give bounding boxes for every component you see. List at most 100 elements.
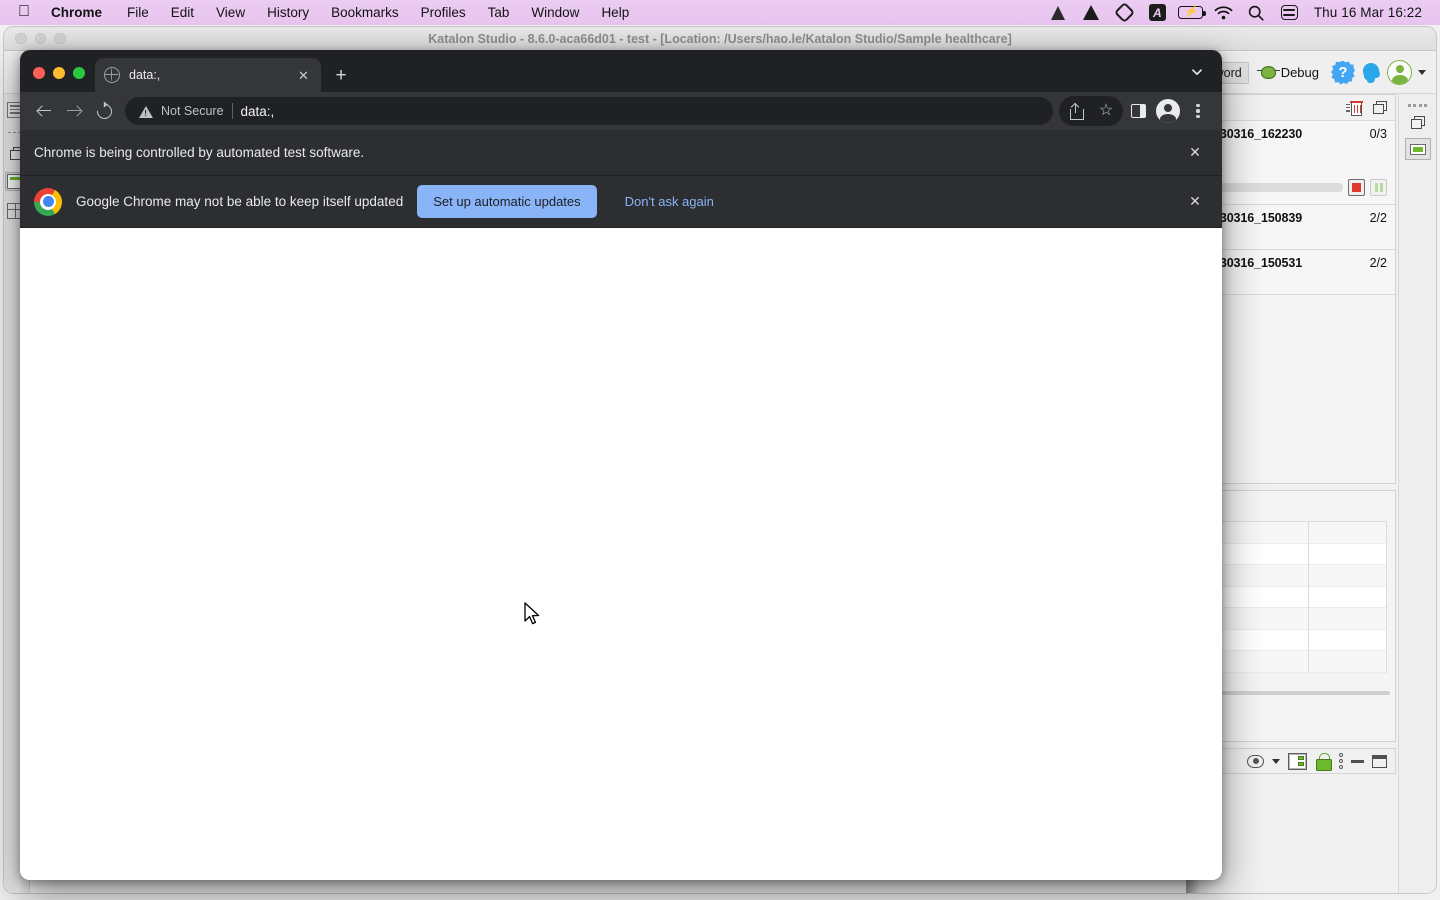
page-viewport[interactable] xyxy=(20,228,1222,880)
minimize-icon[interactable] xyxy=(1351,760,1364,763)
table-row[interactable] xyxy=(1212,630,1386,652)
automation-infobar-text: Chrome is being controlled by automated … xyxy=(34,145,364,160)
test-execution-panel: 230316_162230 0/3 230316_150839 2/2 xyxy=(1204,94,1396,484)
maximize-icon[interactable] xyxy=(1372,755,1387,768)
chrome-close-button[interactable] xyxy=(33,67,45,79)
menu-dots-icon[interactable] xyxy=(1339,753,1343,769)
back-arrow-icon[interactable] xyxy=(29,96,59,126)
menu-item-bookmarks[interactable]: Bookmarks xyxy=(320,0,410,25)
help-icon[interactable]: ? xyxy=(1331,61,1355,85)
menu-bar-clock[interactable]: Thu 16 Mar 16:22 xyxy=(1306,5,1428,20)
wifi-icon[interactable] xyxy=(1207,0,1240,25)
chevron-down-icon[interactable] xyxy=(1418,70,1426,75)
katalon-minimize-button[interactable] xyxy=(35,33,47,45)
chrome-minimize-button[interactable] xyxy=(53,67,65,79)
panel-bottom-toolbar xyxy=(1204,748,1396,774)
chrome-logo-icon xyxy=(34,188,62,216)
menu-item-history[interactable]: History xyxy=(256,0,320,25)
notification-bell-icon[interactable] xyxy=(1361,62,1381,84)
katalon-right-region: 230316_162230 0/3 230316_150839 2/2 xyxy=(1204,94,1436,893)
menu-item-profiles[interactable]: Profiles xyxy=(410,0,477,25)
apple-menu-icon[interactable]:  xyxy=(8,0,42,24)
screen-capture-icon[interactable] xyxy=(1405,138,1431,160)
mouse-cursor xyxy=(524,602,542,633)
a-badge-icon[interactable]: A xyxy=(1141,0,1174,25)
bug-icon xyxy=(1261,66,1276,79)
close-icon[interactable]: ✕ xyxy=(1184,142,1206,164)
menu-item-window[interactable]: Window xyxy=(520,0,590,25)
table-row[interactable] xyxy=(1212,522,1386,544)
hexagon-icon[interactable] xyxy=(1108,0,1141,25)
table-row[interactable]: 230316_150839 2/2 xyxy=(1205,205,1395,250)
execution-count: 2/2 xyxy=(1370,211,1387,225)
table-row[interactable] xyxy=(1212,565,1386,587)
katalon-debug-button[interactable]: Debug xyxy=(1255,63,1325,82)
browser-tab[interactable]: data:, ✕ xyxy=(95,58,321,92)
katalon-zoom-button[interactable] xyxy=(54,33,66,45)
address-bar[interactable]: Not Secure data:, xyxy=(125,97,1053,125)
table-row[interactable] xyxy=(1212,544,1386,566)
execution-name: 230316_162230 xyxy=(1213,127,1302,141)
control-center-icon[interactable] xyxy=(1273,0,1306,25)
katalon-debug-label: Debug xyxy=(1281,65,1319,80)
tree-view-icon[interactable] xyxy=(1288,753,1307,770)
desktop-root: Katalon Studio - 8.6.0-aca66d01 - test -… xyxy=(0,0,1440,900)
dont-ask-again-button[interactable]: Don't ask again xyxy=(611,185,728,218)
menu-item-file[interactable]: File xyxy=(116,0,160,25)
chrome-browser-window[interactable]: data:, ✕ + Not Secure data:, xyxy=(20,50,1222,880)
test-execution-panel-header xyxy=(1205,95,1395,121)
forward-arrow-icon[interactable] xyxy=(59,96,89,126)
table-row[interactable] xyxy=(1212,587,1386,609)
execution-name: 230316_150531 xyxy=(1213,256,1302,270)
new-tab-button[interactable]: + xyxy=(327,61,355,89)
chrome-zoom-button[interactable] xyxy=(73,67,85,79)
stop-button[interactable] xyxy=(1348,179,1365,196)
share-icon[interactable] xyxy=(1061,96,1091,126)
close-icon[interactable]: ✕ xyxy=(1184,191,1206,213)
user-avatar-icon[interactable] xyxy=(1387,60,1412,85)
eye-icon[interactable] xyxy=(1247,755,1264,768)
profile-avatar-icon[interactable] xyxy=(1153,96,1183,126)
rail-grip[interactable] xyxy=(1408,104,1428,107)
table-row[interactable] xyxy=(1212,608,1386,630)
properties-table[interactable] xyxy=(1211,521,1387,673)
execution-progress-bar xyxy=(1213,183,1343,192)
charging-bolt-glyph: ⚡ xyxy=(1183,7,1197,18)
automation-infobar: Chrome is being controlled by automated … xyxy=(20,130,1222,176)
katalon-traffic-lights[interactable] xyxy=(4,33,66,45)
menu-item-chrome[interactable]: Chrome xyxy=(42,0,116,25)
kebab-menu-icon[interactable] xyxy=(1183,96,1213,126)
table-row[interactable] xyxy=(1212,651,1386,673)
chevron-down-icon[interactable] xyxy=(1272,759,1280,764)
chrome-toolbar-actions: ☆ xyxy=(1059,96,1213,126)
close-icon[interactable]: ✕ xyxy=(295,67,312,84)
menu-item-tab[interactable]: Tab xyxy=(477,0,521,25)
execution-count: 2/2 xyxy=(1370,256,1387,270)
menu-item-view[interactable]: View xyxy=(205,0,256,25)
triangle-icon[interactable] xyxy=(1075,0,1108,25)
table-row[interactable]: 230316_150531 2/2 xyxy=(1205,250,1395,295)
table-row[interactable]: 230316_162230 0/3 xyxy=(1205,121,1395,205)
vlc-icon[interactable] xyxy=(1042,0,1075,25)
search-icon[interactable] xyxy=(1240,0,1273,25)
omnibox-divider xyxy=(232,103,233,119)
battery-charging-icon[interactable]: ⚡ xyxy=(1174,0,1207,25)
side-panel-icon[interactable] xyxy=(1123,96,1153,126)
horizontal-scrollbar[interactable] xyxy=(1210,691,1390,695)
reload-icon[interactable] xyxy=(89,96,119,126)
bookmark-star-icon[interactable]: ☆ xyxy=(1091,96,1121,126)
menu-item-edit[interactable]: Edit xyxy=(160,0,205,25)
restore-panel-icon[interactable] xyxy=(1373,101,1387,114)
chrome-traffic-lights[interactable] xyxy=(20,67,95,92)
katalon-close-button[interactable] xyxy=(15,33,27,45)
pause-button[interactable] xyxy=(1370,179,1387,196)
macos-menu-bar:  Chrome File Edit View History Bookmark… xyxy=(0,0,1440,25)
restore-panel-icon[interactable] xyxy=(1411,116,1425,129)
clear-log-icon[interactable] xyxy=(1348,100,1363,116)
chevron-down-icon[interactable] xyxy=(1184,61,1210,83)
setup-automatic-updates-button[interactable]: Set up automatic updates xyxy=(417,185,596,218)
url-text: data:, xyxy=(241,104,275,119)
lock-icon[interactable] xyxy=(1315,753,1331,769)
update-infobar: Google Chrome may not be able to keep it… xyxy=(20,176,1222,228)
menu-item-help[interactable]: Help xyxy=(590,0,640,25)
